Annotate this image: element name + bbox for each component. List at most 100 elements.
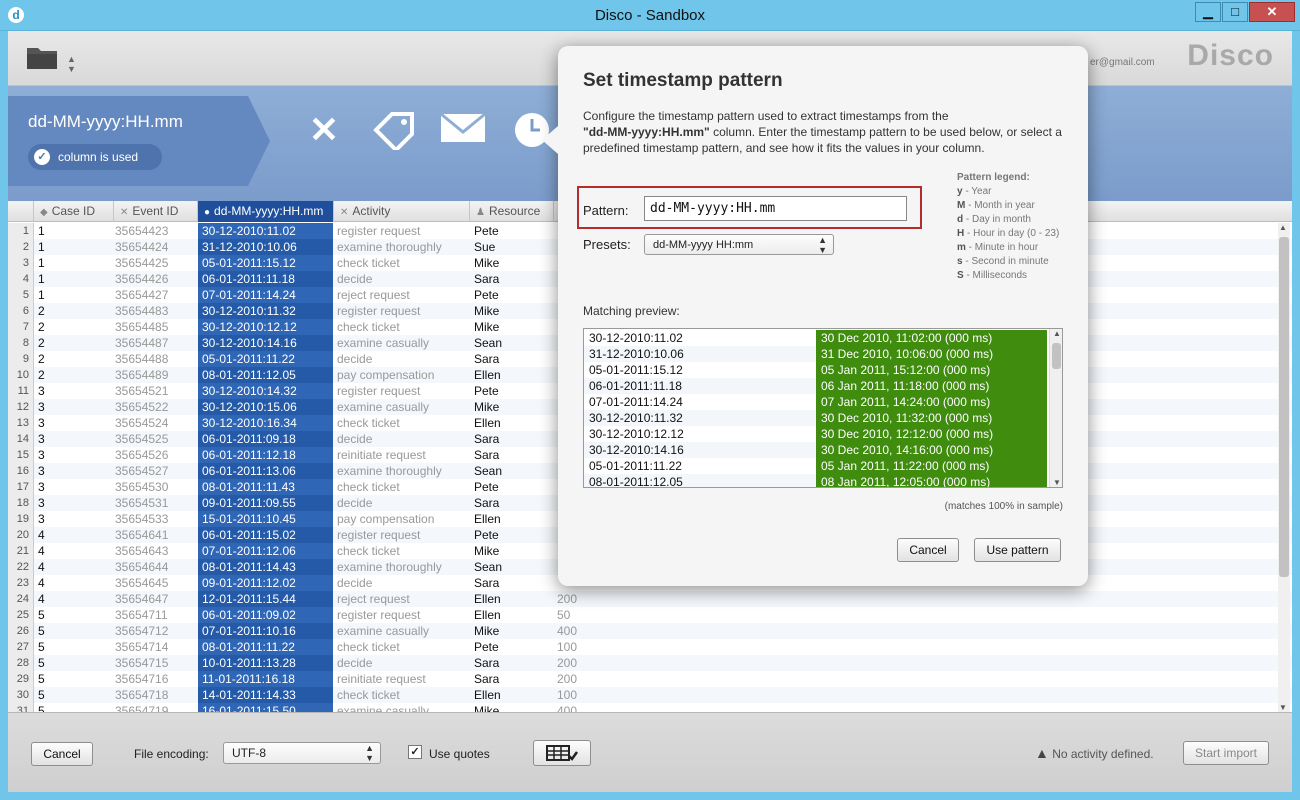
event-id-cell: 35654427: [115, 288, 169, 302]
table-row[interactable]: 25 5 35654711 06-01-2011:09.02 register requ…: [8, 607, 1292, 623]
case-id-cell: 3: [38, 512, 45, 526]
activity-cell: decide: [337, 432, 373, 446]
grid-scrollbar[interactable]: ▲ ▼: [1278, 223, 1290, 712]
cost-cell: 200: [557, 656, 578, 670]
resource-cell: Sara: [474, 272, 500, 286]
scroll-down-icon[interactable]: ▼: [1279, 703, 1287, 712]
case-id-cell: 2: [38, 336, 45, 350]
preview-row: 05-01-2011:11.22 05 Jan 2011, 11:22:00 (0…: [584, 458, 1047, 474]
resource-cell: Mike: [474, 704, 500, 712]
case-id-cell: 3: [38, 384, 45, 398]
pattern-label: Pattern:: [583, 203, 629, 218]
minimize-button[interactable]: ▁: [1195, 2, 1221, 22]
column-title: dd-MM-yyyy:HH.mm: [28, 112, 183, 131]
row-number: 19: [8, 511, 34, 527]
legend-item: S - Milliseconds: [957, 269, 1059, 283]
preview-parsed-value: 30 Dec 2010, 12:12:00 (000 ms): [816, 426, 1047, 442]
table-row[interactable]: 31 5 35654719 16-01-2011:15.50 examine casua…: [8, 703, 1292, 712]
table-row[interactable]: 27 5 35654714 08-01-2011:11.22 check ticket P…: [8, 639, 1292, 655]
bottom-bar: Cancel File encoding: UTF-8 ▲ ▼ ✓ Use quo…: [8, 712, 1292, 792]
table-row[interactable]: 30 5 35654718 14-01-2011:14.33 check ticket E…: [8, 687, 1292, 703]
timestamp-cell: 14-01-2011:14.33: [198, 687, 333, 703]
resource-cell: Sara: [474, 496, 500, 510]
timestamp-cell: 10-01-2011:13.28: [198, 655, 333, 671]
dialog-pointer: [542, 126, 558, 154]
timestamp-cell: 30-12-2010:12.12: [198, 319, 333, 335]
case-id-cell: 1: [38, 288, 45, 302]
table-row[interactable]: 29 5 35654716 11-01-2011:16.18 reinitiate re…: [8, 671, 1292, 687]
legend-desc: - Second in minute: [962, 256, 1049, 267]
event-id-cell: 35654485: [115, 320, 169, 334]
activity-cell: register request: [337, 304, 421, 318]
folder-icon[interactable]: [26, 44, 58, 70]
warning-text: No activity defined.: [1052, 747, 1154, 761]
column-header-timestamp[interactable]: ● dd-MM-yyyy:HH.mm: [198, 201, 334, 222]
timestamp-cell: 05-01-2011:11.22: [198, 351, 333, 367]
resource-cell: Mike: [474, 320, 500, 334]
dialog-cancel-button[interactable]: Cancel: [897, 538, 959, 562]
case-id-cell: 5: [38, 608, 45, 622]
clock-icon: ●: [204, 207, 211, 218]
scrollbar-thumb[interactable]: [1279, 237, 1289, 577]
timestamp-cell: 30-12-2010:14.32: [198, 383, 333, 399]
event-id-cell: 35654533: [115, 512, 169, 526]
column-header-case-id[interactable]: ◆ Case ID: [34, 201, 114, 222]
resource-cell: Pete: [474, 224, 499, 238]
scroll-down-icon[interactable]: ▼: [1053, 478, 1061, 487]
window-frame-left: [0, 31, 8, 800]
timestamp-cell: 11-01-2011:16.18: [198, 671, 333, 687]
remove-icon[interactable]: ✕: [304, 110, 344, 150]
timestamp-cell: 30-12-2010:11.02: [198, 223, 333, 239]
scroll-up-icon[interactable]: ▲: [1053, 329, 1061, 338]
column-header-activity[interactable]: ✕ Activity: [334, 201, 470, 222]
use-quotes-checkbox[interactable]: ✓: [408, 745, 422, 759]
timestamp-cell: 07-01-2011:14.24: [198, 287, 333, 303]
scrollbar-thumb[interactable]: [1052, 343, 1061, 369]
file-encoding-select[interactable]: UTF-8 ▲ ▼: [223, 742, 381, 764]
folder-menu-chevron-icon[interactable]: ▲ ▼: [67, 54, 76, 74]
disco-logo: Disco: [1187, 39, 1274, 72]
dialog-description: Configure the timestamp pattern used to …: [583, 108, 1063, 156]
case-id-cell: 4: [38, 544, 45, 558]
mail-icon[interactable]: [438, 110, 488, 150]
column-used-badge[interactable]: ✓ column is used: [28, 144, 162, 170]
resource-cell: Ellen: [474, 368, 501, 382]
table-settings-button[interactable]: [533, 740, 591, 766]
window-frame-right: [1292, 31, 1300, 800]
cancel-import-button[interactable]: Cancel: [31, 742, 93, 766]
scroll-up-icon[interactable]: ▲: [1279, 223, 1287, 232]
table-row[interactable]: 28 5 35654715 10-01-2011:13.28 decide Sara 200: [8, 655, 1292, 671]
activity-cell: reinitiate request: [337, 448, 426, 462]
tag-icon[interactable]: [370, 110, 418, 153]
timestamp-cell: 06-01-2011:12.18: [198, 447, 333, 463]
case-id-cell: 3: [38, 464, 45, 478]
column-header-event-id[interactable]: ✕ Event ID: [114, 201, 198, 222]
column-panel-arrow: [248, 96, 270, 186]
timestamp-cell: 16-01-2011:15.50: [198, 703, 333, 712]
table-row[interactable]: 26 5 35654712 07-01-2011:10.16 examine casua…: [8, 623, 1292, 639]
event-id-cell: 35654644: [115, 560, 169, 574]
pattern-legend: Pattern legend: y - Year M - Month in yea…: [957, 171, 1059, 283]
timestamp-cell: 30-12-2010:16.34: [198, 415, 333, 431]
resource-cell: Sara: [474, 672, 500, 686]
resource-cell: Pete: [474, 288, 499, 302]
legend-item: s - Second in minute: [957, 255, 1059, 269]
event-id-cell: 35654425: [115, 256, 169, 270]
case-id-cell: 1: [38, 256, 45, 270]
column-header-resource[interactable]: ♟ Resource: [470, 201, 554, 222]
presets-label: Presets:: [583, 237, 631, 252]
table-row[interactable]: 24 4 35654647 12-01-2011:15.44 reject reques…: [8, 591, 1292, 607]
maximize-button[interactable]: □: [1222, 2, 1248, 22]
case-id-cell: 4: [38, 560, 45, 574]
activity-cell: register request: [337, 384, 421, 398]
event-id-cell: 35654488: [115, 352, 169, 366]
use-pattern-button[interactable]: Use pattern: [974, 538, 1061, 562]
event-id-cell: 35654647: [115, 592, 169, 606]
activity-cell: reject request: [337, 592, 410, 606]
start-import-button[interactable]: Start import: [1183, 741, 1269, 765]
preview-scrollbar[interactable]: ▲ ▼: [1049, 329, 1062, 487]
presets-select[interactable]: dd-MM-yyyy HH:mm ▲ ▼: [644, 234, 834, 255]
pattern-input[interactable]: dd-MM-yyyy:HH.mm: [644, 196, 907, 221]
row-number: 11: [8, 383, 34, 399]
close-window-button[interactable]: ✕: [1249, 2, 1295, 22]
